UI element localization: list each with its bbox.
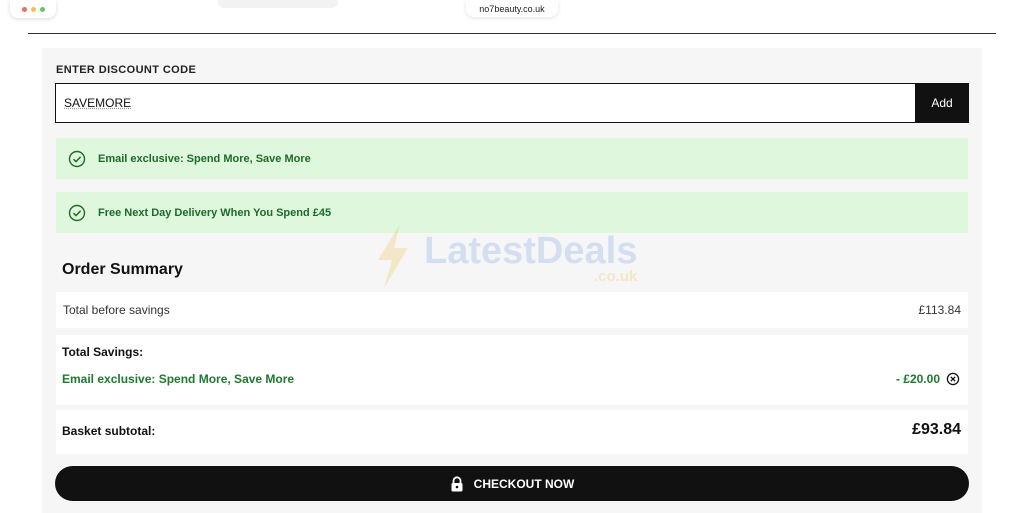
checkout-now-button[interactable]: CHECKOUT NOW	[55, 466, 969, 501]
discount-code-input[interactable]	[55, 83, 915, 123]
maximize-window-icon[interactable]	[39, 6, 45, 12]
notice-text: Free Next Day Delivery When You Spend £4…	[98, 206, 332, 219]
check-circle-icon	[68, 204, 86, 222]
add-discount-button[interactable]: Add	[915, 83, 969, 123]
browser-tab[interactable]	[218, 0, 338, 8]
order-summary-title: Order Summary	[62, 261, 183, 278]
checkout-now-label: CHECKOUT NOW	[473, 476, 575, 491]
basket-subtotal-value: £93.84	[912, 421, 961, 438]
header-divider	[28, 33, 996, 34]
discount-code-row: Add	[55, 83, 969, 123]
total-before-savings-value: £113.84	[918, 303, 962, 317]
savings-promo-amount: - £20.00	[895, 372, 940, 386]
notice-free-delivery: Free Next Day Delivery When You Spend £4…	[56, 192, 968, 233]
check-circle-icon	[68, 150, 86, 168]
lock-icon	[450, 475, 464, 492]
basket-subtotal-label: Basket subtotal:	[62, 424, 156, 438]
basket-subtotal-row: Basket subtotal: £93.84	[56, 410, 968, 454]
minimize-window-icon[interactable]	[30, 6, 36, 12]
notice-email-exclusive: Email exclusive: Spend More, Save More	[56, 138, 968, 179]
window-controls	[10, 0, 56, 18]
savings-promo-label: Email exclusive: Spend More, Save More	[62, 372, 295, 386]
discount-code-label: ENTER DISCOUNT CODE	[56, 64, 197, 76]
total-before-savings-row: Total before savings £113.84	[56, 292, 968, 328]
url-bar[interactable]: no7beauty.co.uk	[466, 0, 558, 17]
notice-text: Email exclusive: Spend More, Save More	[98, 152, 311, 165]
remove-promo-icon[interactable]	[946, 372, 960, 386]
browser-bar: no7beauty.co.uk	[0, 0, 1024, 34]
total-before-savings-label: Total before savings	[63, 303, 170, 317]
total-savings-row: Total Savings: Email exclusive: Spend Mo…	[56, 335, 968, 405]
close-window-icon[interactable]	[21, 6, 27, 12]
total-savings-label: Total Savings:	[62, 345, 144, 359]
